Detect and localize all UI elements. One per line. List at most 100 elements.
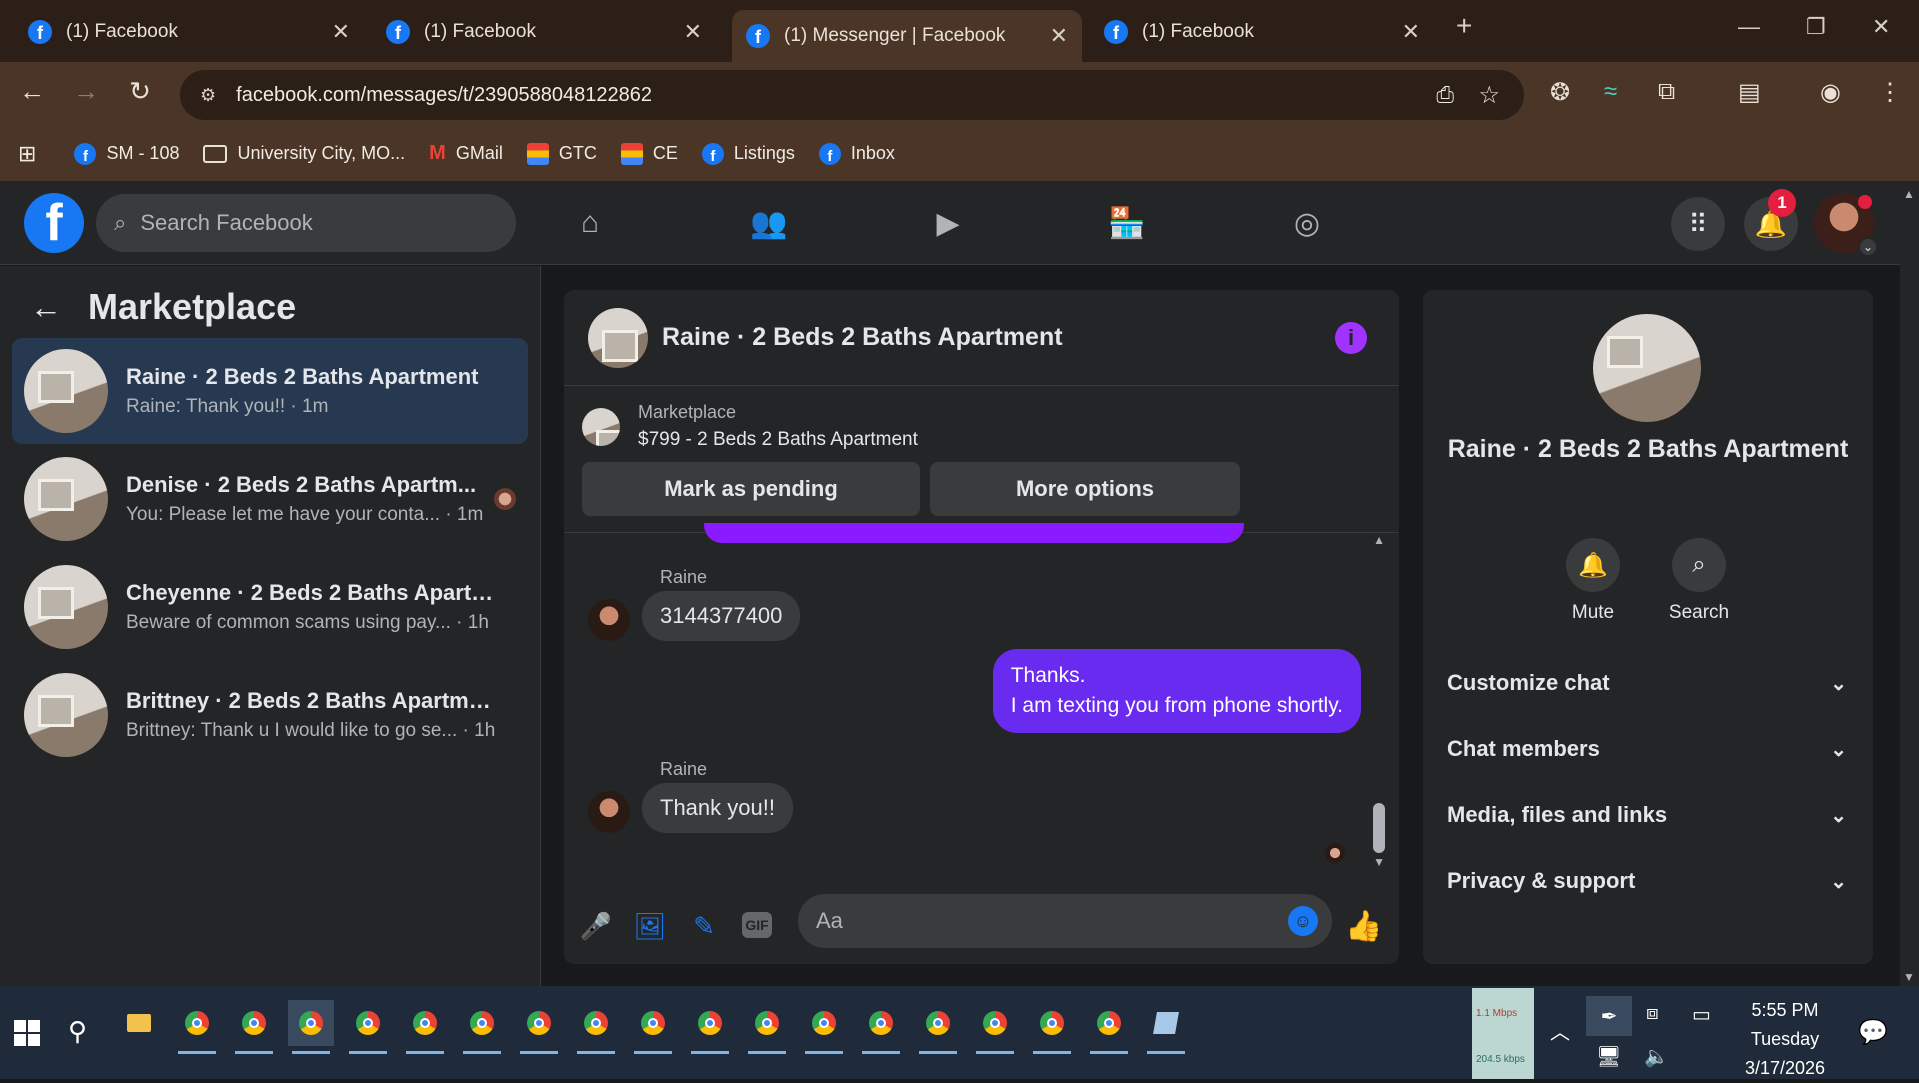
mute-button[interactable]: 🔔 Mute <box>1543 538 1643 624</box>
photo-icon[interactable]: 🖼 <box>632 908 668 944</box>
search-icon[interactable]: ⚲ <box>68 1016 87 1047</box>
menu-grid-icon[interactable]: ⠿ <box>1671 197 1725 251</box>
chrome-icon[interactable] <box>459 1000 505 1054</box>
section-privacy-support[interactable]: Privacy & support ⌄ <box>1447 859 1847 903</box>
bookmark-sm-108[interactable]: f SM - 108 <box>74 142 179 165</box>
mark-as-pending-button[interactable]: Mark as pending <box>582 462 920 516</box>
chrome-icon[interactable] <box>231 1000 277 1054</box>
back-icon[interactable]: ← <box>14 76 50 107</box>
bookmark-listings[interactable]: f Listings <box>701 142 795 165</box>
menu-icon[interactable]: ⋮ <box>1878 78 1902 107</box>
page-scrollbar[interactable]: ▲ ▼ <box>1900 181 1919 986</box>
section-chat-members[interactable]: Chat members ⌄ <box>1447 727 1847 771</box>
bookmark-inbox[interactable]: f Inbox <box>818 142 895 165</box>
chat-title[interactable]: Raine · 2 Beds 2 Baths Apartment <box>662 323 1063 352</box>
outgoing-message[interactable]: Thanks. I am texting you from phone shor… <box>992 649 1361 733</box>
scroll-down-icon[interactable]: ▼ <box>1903 970 1915 984</box>
chrome-icon[interactable] <box>288 1000 334 1054</box>
cookie-extension-icon[interactable]: ❂ <box>1550 78 1570 107</box>
conversation-brittney[interactable]: Brittney · 2 Beds 2 Baths Apartment Brit… <box>12 662 528 768</box>
close-window-icon[interactable]: ✕ <box>1872 14 1890 40</box>
site-info-icon[interactable]: ⚙ <box>200 85 216 106</box>
conversation-denise[interactable]: Denise · 2 Beds 2 Baths Apartm... You: P… <box>12 446 528 552</box>
bookmark-gtc[interactable]: GTC <box>526 142 597 165</box>
incoming-message[interactable]: Thank you!! <box>642 783 793 833</box>
chrome-icon[interactable] <box>1029 1000 1075 1054</box>
chrome-icon[interactable] <box>573 1000 619 1054</box>
pen-icon[interactable]: ✒ <box>1586 996 1632 1036</box>
action-center-icon[interactable]: 💬 <box>1858 1018 1888 1047</box>
wave-extension-icon[interactable]: ≈ <box>1604 78 1617 106</box>
sender-avatar[interactable] <box>588 599 630 641</box>
bookmark-university-city[interactable]: University City, MO... <box>203 143 405 164</box>
facebook-logo[interactable]: f <box>24 193 84 253</box>
info-icon[interactable]: i <box>1335 322 1367 354</box>
gif-icon[interactable]: GIF <box>742 912 772 938</box>
profile-avatar[interactable]: ⌄ <box>1814 193 1878 257</box>
more-options-button[interactable]: More options <box>930 462 1240 516</box>
chat-avatar[interactable] <box>588 307 648 368</box>
groups-icon[interactable]: ◎ <box>1287 203 1327 243</box>
chrome-icon[interactable] <box>1086 1000 1132 1054</box>
bookmark-gmail[interactable]: M GMail <box>429 142 503 165</box>
sticker-icon[interactable]: ✎ <box>686 908 722 944</box>
chrome-icon[interactable] <box>744 1000 790 1054</box>
system-clock[interactable]: 5:55 PM Tuesday 3/17/2026 <box>1730 996 1840 1083</box>
scroll-up-icon[interactable]: ▲ <box>1373 533 1385 547</box>
extensions-icon[interactable]: ⧉ <box>1658 78 1675 106</box>
scroll-up-icon[interactable]: ▲ <box>1903 187 1915 201</box>
windows-start-icon[interactable] <box>14 1020 40 1046</box>
search-in-chat-button[interactable]: ⌕ Search <box>1649 538 1749 624</box>
marketplace-icon[interactable]: 🏪 <box>1107 203 1147 243</box>
file-explorer-icon[interactable] <box>116 1000 162 1046</box>
emoji-icon[interactable]: ☺ <box>1288 906 1318 936</box>
chrome-icon[interactable] <box>972 1000 1018 1054</box>
chrome-icon[interactable] <box>402 1000 448 1054</box>
battery-icon[interactable]: ▭ <box>1692 1002 1711 1027</box>
conversation-cheyenne[interactable]: Cheyenne · 2 Beds 2 Baths Apartm... Bewa… <box>12 554 528 660</box>
home-icon[interactable]: ⌂ <box>570 203 610 243</box>
search-facebook-input[interactable]: ⌕ Search Facebook <box>96 194 516 252</box>
minimize-icon[interactable]: — <box>1738 14 1760 40</box>
bookmark-star-icon[interactable]: ☆ <box>1478 81 1500 110</box>
chrome-icon[interactable] <box>801 1000 847 1054</box>
restore-icon[interactable]: ❐ <box>1806 14 1826 40</box>
chrome-icon[interactable] <box>516 1000 562 1054</box>
chevron-down-icon[interactable]: ⌄ <box>1858 237 1878 257</box>
reload-icon[interactable]: ↻ <box>122 76 158 107</box>
back-arrow-icon[interactable]: ← <box>30 289 62 326</box>
reading-mode-icon[interactable]: ▤ <box>1738 78 1761 107</box>
conversation-raine[interactable]: Raine · 2 Beds 2 Baths Apartment Raine: … <box>12 338 528 444</box>
close-tab-icon[interactable]: ✕ <box>1050 23 1068 49</box>
network-speed-widget[interactable]: 1.1 Mbps 204.5 kbps <box>1472 988 1534 1079</box>
chrome-icon[interactable] <box>630 1000 676 1054</box>
tab-facebook-2[interactable]: f (1) Facebook ✕ <box>372 10 716 54</box>
profile-icon[interactable]: ◉ <box>1820 78 1841 107</box>
forward-icon[interactable]: → <box>68 76 104 107</box>
close-tab-icon[interactable]: ✕ <box>332 19 350 45</box>
section-customize-chat[interactable]: Customize chat ⌄ <box>1447 661 1847 705</box>
chrome-icon[interactable] <box>345 1000 391 1054</box>
chrome-icon[interactable] <box>687 1000 733 1054</box>
watch-icon[interactable]: ▶ <box>928 203 968 243</box>
install-app-icon[interactable]: ⎙ <box>1436 82 1454 108</box>
incoming-message[interactable]: 3144377400 <box>642 591 801 641</box>
message-input[interactable]: Aa ☺ <box>798 894 1332 948</box>
tab-messenger[interactable]: f (1) Messenger | Facebook ✕ <box>732 10 1082 62</box>
show-hidden-icons[interactable]: ︿ <box>1550 1016 1570 1045</box>
chrome-icon[interactable] <box>858 1000 904 1054</box>
scroll-down-icon[interactable]: ▼ <box>1373 855 1385 869</box>
tab-facebook-3[interactable]: f (1) Facebook ✕ <box>1090 10 1434 54</box>
section-media-files-links[interactable]: Media, files and links ⌄ <box>1447 793 1847 837</box>
bookmark-ce[interactable]: CE <box>620 142 678 165</box>
close-tab-icon[interactable]: ✕ <box>1402 19 1420 45</box>
tab-facebook-1[interactable]: f (1) Facebook ✕ <box>14 10 364 54</box>
listing-info[interactable]: Marketplace $799 - 2 Beds 2 Baths Apartm… <box>582 402 918 451</box>
address-bar[interactable]: ⚙ facebook.com/messages/t/23905880481228… <box>180 70 1524 120</box>
volume-icon[interactable]: 🔈 <box>1644 1044 1669 1069</box>
chat-scrollbar[interactable] <box>1373 803 1385 853</box>
notepad-icon[interactable] <box>1143 1000 1189 1054</box>
apps-grid-icon[interactable]: ⊞ <box>18 141 36 167</box>
network-icon[interactable]: 🖥 <box>1596 1044 1621 1069</box>
friends-icon[interactable]: 👥 <box>749 203 789 243</box>
